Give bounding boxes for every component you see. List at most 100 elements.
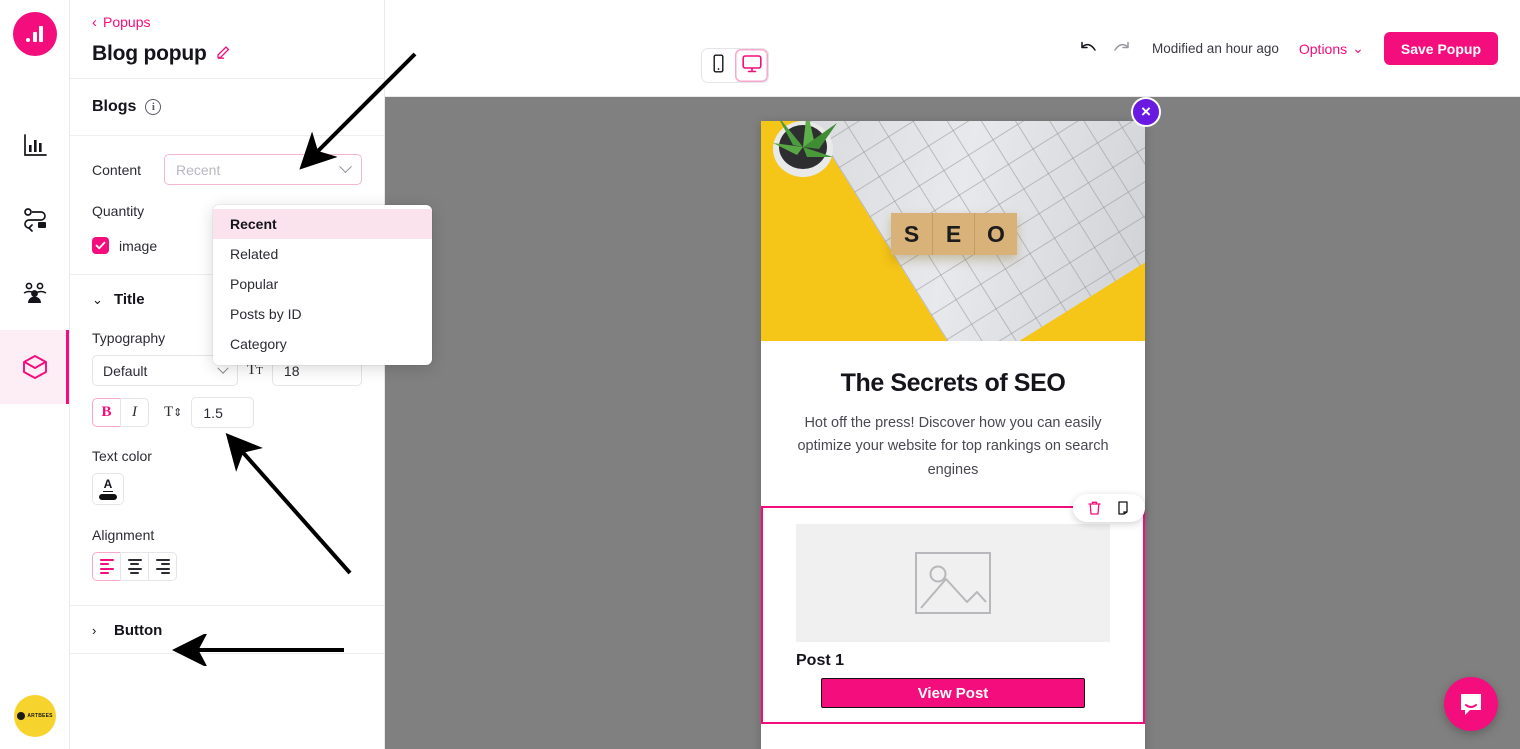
intercom-chat-launcher[interactable]	[1444, 677, 1498, 731]
button-accordion-header[interactable]: › Button	[92, 606, 362, 653]
mobile-icon	[711, 54, 726, 78]
image-checkbox-label: image	[119, 237, 158, 254]
align-center-button[interactable]	[120, 552, 149, 581]
divider	[70, 653, 384, 654]
editor-topbar: Modified an hour ago Options ⌄ Save Popu…	[385, 0, 1520, 97]
seo-letter: O	[975, 213, 1017, 255]
trash-icon	[1088, 502, 1101, 516]
popup-title: The Secrets of SEO	[840, 369, 1066, 397]
artbees-wordmark: ARTBEES	[27, 713, 53, 719]
undo-button[interactable]	[1078, 40, 1098, 58]
bold-button[interactable]: B	[92, 398, 121, 427]
chevron-right-icon: ›	[92, 623, 97, 638]
popup-text-block[interactable]: The Secrets of SEO Hot off the press! Di…	[761, 341, 1145, 523]
chevron-down-icon	[339, 160, 352, 174]
dropdown-option-popular[interactable]: Popular	[213, 269, 432, 299]
sidebar-item-automation[interactable]	[0, 182, 69, 256]
popupsmart-logo[interactable]	[12, 12, 57, 56]
device-desktop-button[interactable]	[735, 49, 768, 82]
undo-redo-group	[1078, 40, 1132, 58]
bee-glyph	[17, 712, 26, 720]
align-left-icon	[99, 558, 114, 575]
preview-stage: × S E O The Secrets of SEO Hot off the p…	[385, 97, 1520, 749]
image-placeholder-icon	[915, 552, 991, 615]
align-right-button[interactable]	[148, 552, 177, 581]
blogs-section-header: Blogs i	[70, 79, 384, 136]
popup-close-button[interactable]: ×	[1131, 97, 1161, 127]
device-mobile-button[interactable]	[702, 49, 735, 82]
title-accordion-label: Title	[114, 291, 145, 308]
align-right-icon	[155, 558, 170, 575]
dropdown-option-posts-by-id[interactable]: Posts by ID	[213, 299, 432, 329]
post-list-block[interactable]: Post 1 View Post	[761, 506, 1145, 725]
dropdown-option-related[interactable]: Related	[213, 239, 432, 269]
chevron-left-icon: ‹	[92, 13, 97, 31]
letter-a-icon: A	[102, 477, 114, 492]
bar-chart-icon	[22, 132, 48, 158]
options-label: Options	[1298, 40, 1348, 57]
image-checkbox[interactable]	[92, 237, 109, 254]
text-color-label: Text color	[92, 448, 152, 464]
popup-footer-space	[761, 724, 1145, 749]
font-family-value: Default	[103, 362, 148, 379]
panel-header: ‹ Popups Blog popup	[70, 0, 384, 79]
options-menu-button[interactable]: Options ⌄	[1299, 40, 1364, 57]
sidebar-item-analytics[interactable]	[0, 108, 69, 182]
delete-element-button[interactable]	[1087, 500, 1102, 516]
bold-italic-group: B I	[92, 398, 149, 427]
seo-letter: S	[891, 213, 933, 255]
editor-canvas: Modified an hour ago Options ⌄ Save Popu…	[385, 0, 1520, 749]
dropdown-option-category[interactable]: Category	[213, 329, 432, 359]
artbees-logo[interactable]: ARTBEES	[14, 695, 56, 737]
post-title: Post 1	[796, 652, 845, 670]
modified-status: Modified an hour ago	[1152, 41, 1279, 56]
settings-panel: ‹ Popups Blog popup Blogs i Content Rece…	[70, 0, 432, 749]
people-group-icon	[21, 280, 49, 306]
device-toggle-group	[701, 48, 769, 83]
edit-pencil-icon[interactable]	[216, 44, 231, 64]
color-bar	[99, 494, 117, 500]
align-center-icon	[127, 558, 142, 575]
content-select-value: Recent	[176, 161, 221, 178]
element-float-toolbar	[1073, 494, 1145, 523]
duplicate-element-button[interactable]	[1116, 500, 1131, 516]
save-popup-button[interactable]: Save Popup	[1383, 32, 1498, 65]
seo-letter-blocks: S E O	[891, 213, 1017, 255]
view-post-button[interactable]: View Post	[821, 678, 1085, 709]
text-style-row: B I T⇕ 1.5	[92, 397, 362, 428]
redo-icon	[1114, 41, 1129, 51]
cube-box-icon	[21, 353, 49, 381]
duplicate-icon	[1118, 501, 1128, 516]
info-icon[interactable]: i	[145, 99, 162, 115]
page-title: Blog popup	[92, 42, 207, 65]
app-root: ARTBEES ‹ Popups Blog popup Blogs i Cont…	[0, 0, 1520, 749]
chat-bubble-icon	[1461, 694, 1481, 715]
button-accordion-label: Button	[114, 622, 163, 639]
quantity-label: Quantity	[92, 203, 145, 219]
sidebar-item-popups[interactable]	[0, 330, 69, 404]
italic-button[interactable]: I	[120, 398, 149, 427]
chevron-down-icon: ⌄	[1352, 40, 1364, 56]
check-icon	[95, 241, 106, 250]
sidebar-item-audience[interactable]	[0, 256, 69, 330]
text-color-swatch[interactable]: A	[92, 473, 124, 505]
breadcrumb-popups[interactable]: ‹ Popups	[92, 14, 362, 30]
flow-route-icon	[21, 206, 49, 232]
document-title-row: Blog popup	[92, 42, 362, 66]
line-height-input[interactable]: 1.5	[191, 397, 255, 428]
desktop-icon	[741, 54, 762, 78]
content-select[interactable]: Recent	[164, 154, 362, 185]
align-left-button[interactable]	[92, 552, 121, 581]
rail-item-list	[0, 108, 69, 404]
alignment-group	[92, 552, 362, 581]
dropdown-option-recent[interactable]: Recent	[213, 209, 432, 239]
redo-button[interactable]	[1112, 40, 1132, 58]
topbar-actions: Modified an hour ago Options ⌄ Save Popu…	[1078, 0, 1498, 97]
line-height-value: 1.5	[203, 404, 223, 421]
post-image-placeholder	[796, 524, 1110, 643]
line-height-icon: T⇕	[164, 404, 183, 420]
plant-decoration	[773, 121, 837, 177]
popup-subtitle: Hot off the press! Discover how you can …	[797, 415, 1109, 478]
breadcrumb-label: Popups	[103, 14, 151, 30]
chevron-down-icon: ⌄	[92, 291, 103, 307]
